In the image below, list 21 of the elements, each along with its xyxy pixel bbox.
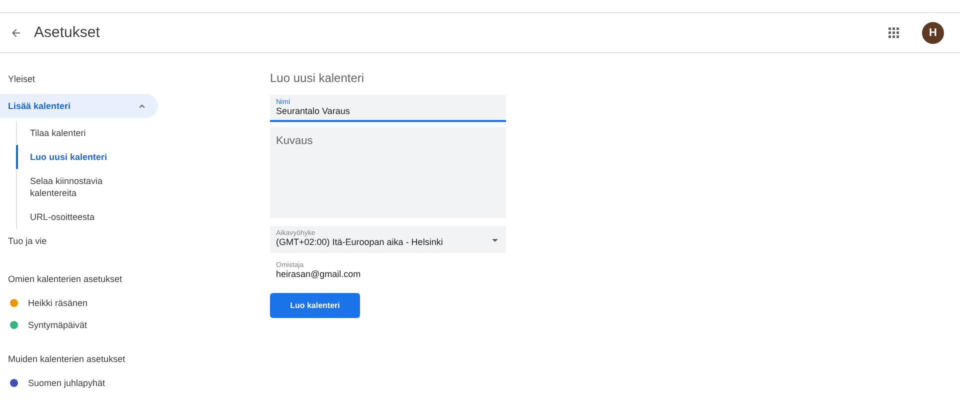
sidebar-subitem[interactable]: URL-osoitteesta [16,205,136,229]
dropdown-caret-icon [492,239,498,243]
calendar-item[interactable]: Syntymäpäivät [0,314,200,336]
form-title: Luo uusi kalenteri [270,71,366,85]
sidebar-item[interactable]: Lisää kalenteri [0,94,158,118]
chevron-up-icon [138,102,146,110]
page-title: Asetukset [34,24,101,41]
sidebar-subitem[interactable]: Luo uusi kalenteri [16,145,136,169]
description-field[interactable]: Kuvaus [270,127,506,218]
apps-grid-icon[interactable] [886,24,902,40]
create-calendar-button[interactable]: Luo kalenteri [270,293,360,318]
section-heading: Muiden kalenterien asetukset [7,354,126,364]
account-avatar[interactable]: H [922,22,944,44]
sidebar-item[interactable]: Tuo ja vie [0,229,158,253]
sidebar-subitem[interactable]: Tilaa kalenteri [16,121,136,145]
owner-email: heirasan@gmail.com [276,269,362,279]
sidebar-subitem[interactable]: Selaa kiinnostavia kalentereita [16,169,136,205]
section-heading: Omien kalenterien asetukset [7,274,124,284]
calendar-item[interactable]: Suomen juhlapyhät [0,372,200,394]
sidebar-item[interactable]: Yleiset [0,67,158,91]
calendar-item[interactable]: Heikki räsänen [0,292,200,314]
